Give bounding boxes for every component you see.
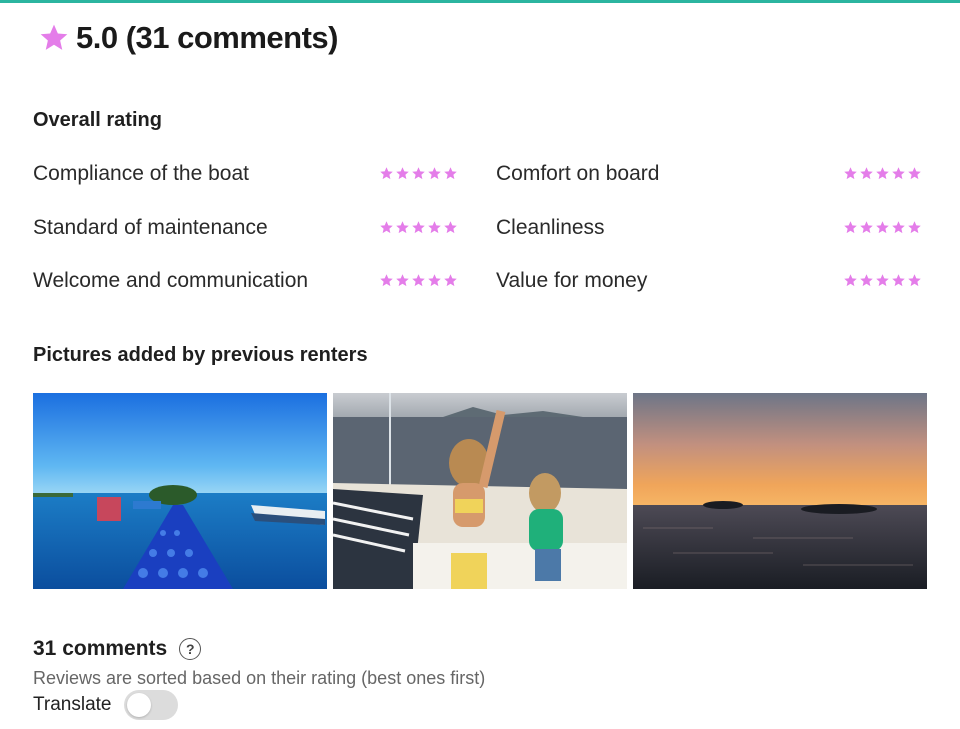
rating-star-icon [860, 167, 873, 180]
renter-photos [33, 393, 927, 589]
rating-star-icon [396, 221, 409, 234]
rating-score: 5.0 (31 comments) [76, 20, 339, 55]
rating-star-icon [892, 221, 905, 234]
photo-blue-dock[interactable] [33, 393, 327, 589]
criterion-comfort: Comfort on board [496, 158, 659, 190]
toggle-knob [126, 693, 151, 717]
criterion-label: Comfort on board [496, 162, 660, 185]
rating-star-icon [876, 221, 889, 234]
rating-star-icon [892, 167, 905, 180]
criterion-stars [843, 166, 922, 181]
rating-star-icon [428, 221, 441, 234]
criterion-stars [843, 273, 922, 288]
criterion-stars [843, 220, 922, 235]
translate-label: Translate [33, 694, 112, 715]
rating-star-icon [444, 274, 457, 287]
star-icon [40, 24, 68, 50]
rating-star-icon [844, 221, 857, 234]
photo-sunset-sea[interactable] [633, 393, 927, 589]
rating-star-icon [876, 274, 889, 287]
rating-star-icon [428, 274, 441, 287]
rating-star-icon [876, 167, 889, 180]
rating-star-icon [908, 221, 921, 234]
comments-header: 31 comments ? [33, 637, 202, 661]
rating-summary: 5.0 (31 comments) [38, 20, 339, 56]
translate-row: Translate [33, 690, 178, 720]
rating-star-icon [860, 221, 873, 234]
photo-kids-on-deck[interactable] [333, 393, 627, 589]
criterion-label: Standard of maintenance [33, 216, 268, 239]
criterion-label: Value for money [496, 269, 648, 292]
rating-star-icon [860, 274, 873, 287]
criterion-label: Cleanliness [496, 216, 605, 239]
criterion-maintenance: Standard of maintenance [33, 212, 268, 244]
rating-star-icon [892, 274, 905, 287]
rating-star-icon [908, 274, 921, 287]
criterion-stars [379, 166, 458, 181]
criterion-welcome: Welcome and communication [33, 265, 308, 297]
criterion-stars [379, 273, 458, 288]
top-accent-rule [0, 0, 960, 3]
rating-star-icon [380, 274, 393, 287]
pictures-title: Pictures added by previous renters [33, 344, 368, 366]
rating-star-icon [412, 167, 425, 180]
rating-star-icon [908, 167, 921, 180]
rating-star-icon [396, 274, 409, 287]
rating-star-icon [428, 167, 441, 180]
rating-star-icon [396, 167, 409, 180]
rating-star-icon [380, 221, 393, 234]
criterion-stars [379, 220, 458, 235]
criterion-label: Welcome and communication [33, 269, 309, 292]
rating-star-icon [444, 167, 457, 180]
comments-count: 31 comments [33, 637, 168, 660]
question-mark-icon[interactable]: ? [179, 638, 202, 660]
rating-star-icon [844, 167, 857, 180]
criterion-compliance: Compliance of the boat [33, 158, 249, 190]
translate-toggle[interactable] [123, 690, 178, 720]
criterion-value: Value for money [496, 265, 647, 297]
rating-star-icon [844, 274, 857, 287]
criterion-cleanliness: Cleanliness [496, 212, 605, 244]
rating-star-icon [412, 274, 425, 287]
rating-star-icon [444, 221, 457, 234]
rating-star-icon [380, 167, 393, 180]
rating-star-icon [412, 221, 425, 234]
overall-rating-title: Overall rating [33, 109, 162, 131]
sort-note: Reviews are sorted based on their rating… [33, 668, 486, 688]
criterion-label: Compliance of the boat [33, 162, 249, 185]
